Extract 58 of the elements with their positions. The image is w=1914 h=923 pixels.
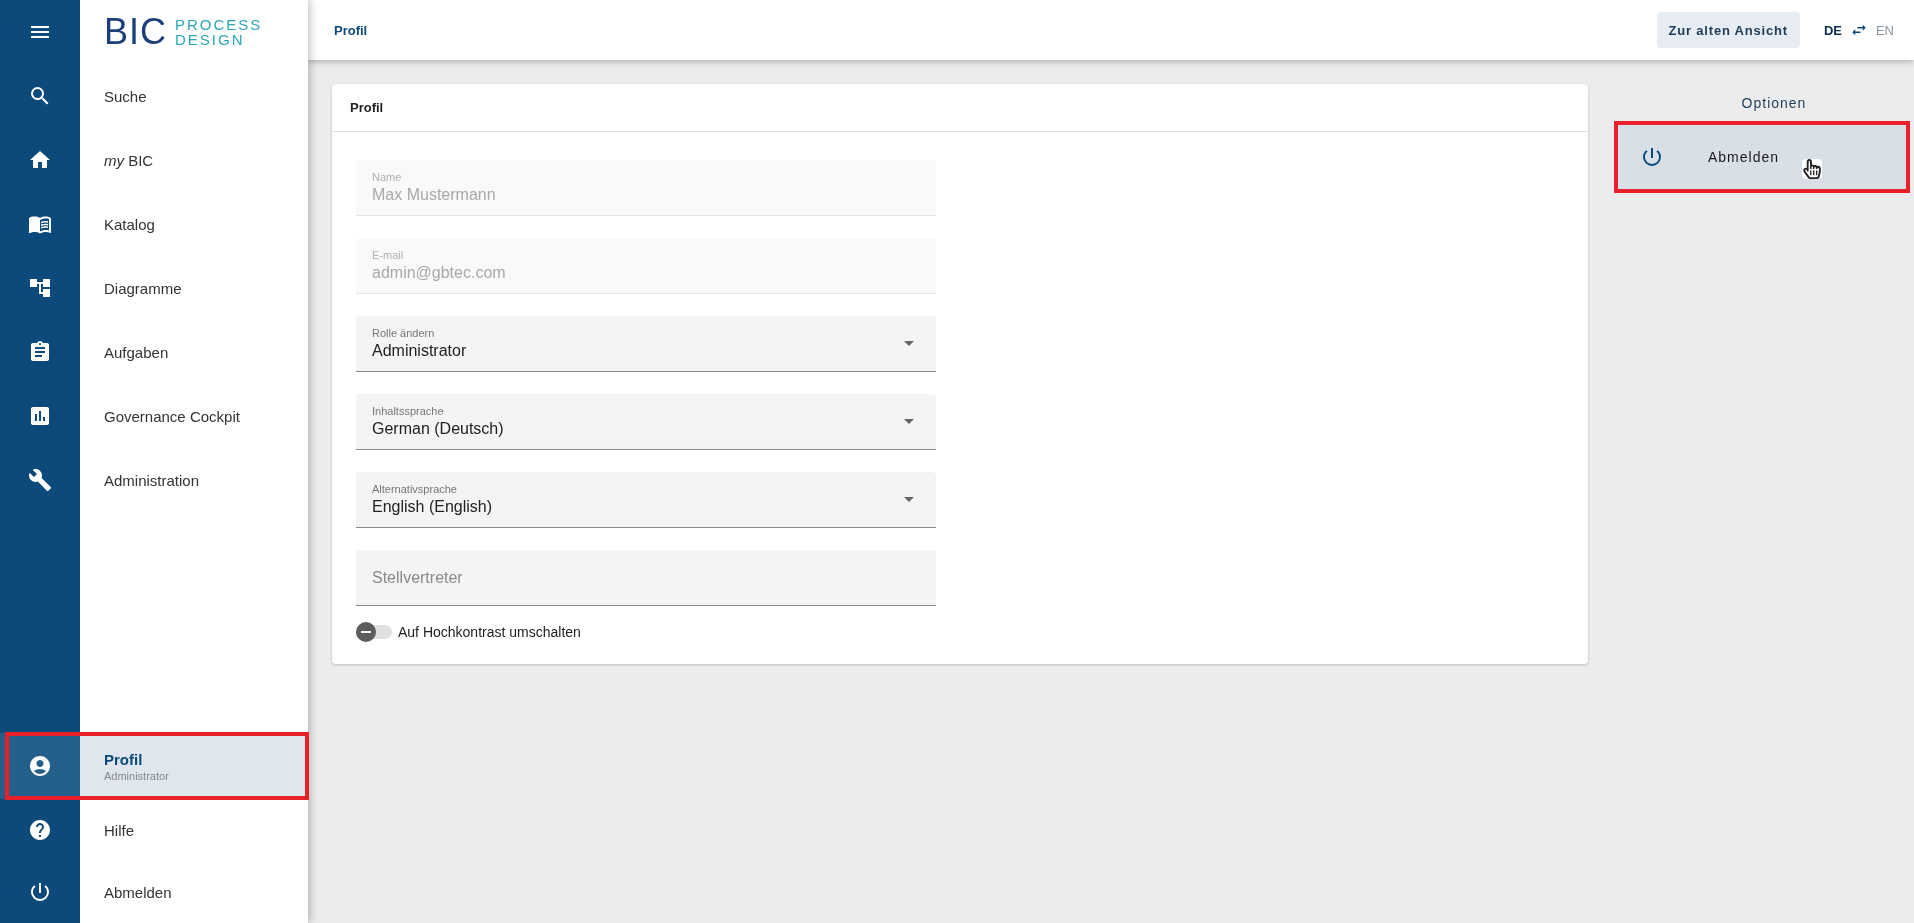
nav-item[interactable]: Governance Cockpit [80,384,308,448]
logo-line: DESIGN [175,32,246,47]
pointer-cursor-icon [1802,159,1822,179]
nav-subtitle: Administrator [104,769,170,782]
caret-icon [904,341,914,346]
field-value: Administrator [372,342,468,360]
caret-icon [904,497,914,502]
field-label: E-mail [372,249,405,261]
field-value: Max Mustermann [372,186,497,204]
help-icon [28,818,52,842]
nav-item[interactable]: Hilfe [80,799,308,861]
select-field[interactable]: Inhaltssprache German (Deutsch) [356,394,936,450]
contrast-switch[interactable] [356,625,392,639]
input-field[interactable]: Stellvertreter [356,550,936,606]
nav-item[interactable]: my BIC [80,128,308,192]
bar-chart-icon [28,404,52,428]
select-field[interactable]: Rolle ändern Administrator [356,316,936,372]
caret-icon [904,419,914,424]
hierarchy-icon [28,276,52,300]
field-label: Inhaltssprache [372,405,445,417]
card-title: Profil [332,84,1588,132]
nav-label: Katalog [104,215,156,233]
nav-label: Administration [104,471,201,489]
nav-item[interactable]: Diagramme [80,256,308,320]
options-title: Optionen [1740,94,1808,113]
logo-brand: BIC [104,14,167,50]
switch-label: Auf Hochkontrast umschalten [398,624,581,640]
nav-label: Diagramme [104,279,183,297]
nav-item[interactable]: Administration [80,448,308,512]
page-title: Profil [334,22,369,38]
old-view-button[interactable]: Zur alten Ansicht [1656,12,1800,48]
nav-label: Governance Cockpit [104,407,241,425]
nav-label: Abmelden [104,883,173,901]
select-field[interactable]: Alternativsprache English (English) [356,472,936,528]
nav-item[interactable]: Aufgaben [80,320,308,384]
nav-item[interactable]: Abmelden [80,861,308,923]
nav-label: my BIC [104,151,155,169]
field-label: Alternativsprache [372,483,458,495]
power-icon [28,880,52,904]
nav-item[interactable]: Katalog [80,192,308,256]
power-icon [1640,145,1664,169]
nav-item[interactable]: Profil Administrator [80,733,308,799]
wrench-icon [28,468,52,492]
nav-label: Profil [104,750,144,768]
logout-button[interactable]: Abmelden [1618,125,1906,189]
field-value: admin@gbtec.com [372,264,507,282]
nav-item[interactable]: Suche [80,64,308,128]
field-label: Name [372,171,403,183]
field-label: Rolle ändern [372,327,436,339]
field-value: German (Deutsch) [372,420,505,438]
clipboard-icon [28,340,52,364]
language-option[interactable]: DE [1823,22,1842,38]
logo-line: PROCESS [175,17,263,32]
user-icon [28,754,52,778]
nav-label: Hilfe [104,821,135,839]
nav-label: Suche [104,87,148,105]
nav-label: Aufgaben [104,343,170,361]
field-value: English (English) [372,498,494,516]
